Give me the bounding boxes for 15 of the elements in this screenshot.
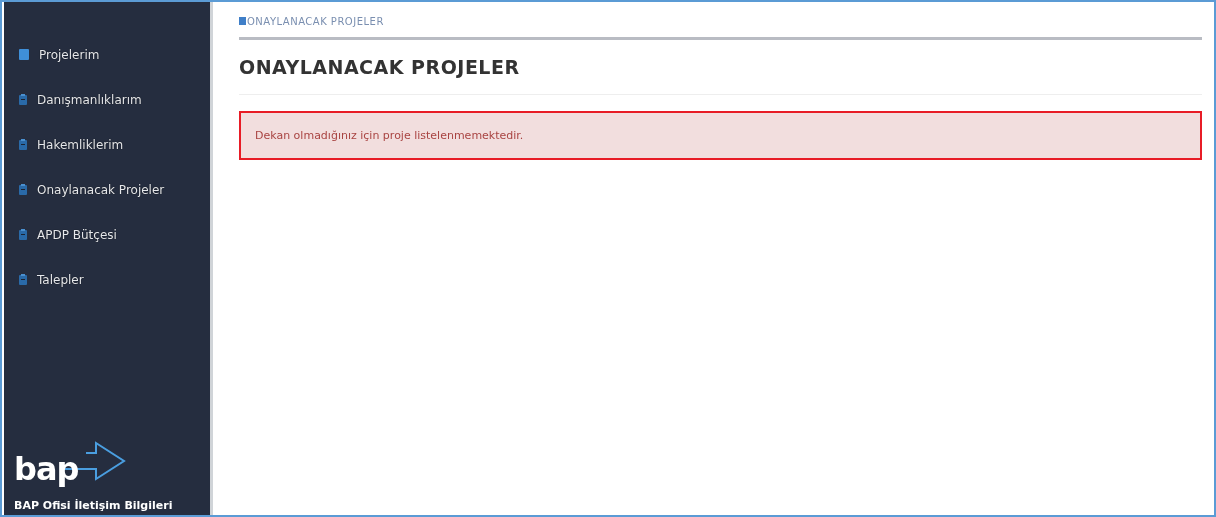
alert-message: Dekan olmadığınız için proje listelenmemektedir. (239, 111, 1202, 160)
sidebar-item[interactable]: Onaylanacak Projeler (4, 167, 210, 212)
clipboard-icon (19, 274, 27, 285)
clipboard-icon (19, 139, 27, 150)
page-title: ONAYLANACAK PROJELER (239, 40, 1202, 95)
clipboard-icon (19, 94, 27, 105)
clipboard-icon (19, 229, 27, 240)
sidebar-item[interactable]: Projelerim (4, 32, 210, 77)
clipboard-icon (19, 184, 27, 195)
sidebar-item[interactable]: Hakemliklerim (4, 122, 210, 167)
sidebar-item[interactable]: APDP Bütçesi (4, 212, 210, 257)
contact-link[interactable]: BAP Ofisi İletişim Bilgileri (14, 499, 210, 512)
sidebar-item[interactable]: Talepler (4, 257, 210, 302)
sidebar-item[interactable]: Danışmanlıklarım (4, 77, 210, 122)
bap-logo: bap (14, 439, 132, 485)
